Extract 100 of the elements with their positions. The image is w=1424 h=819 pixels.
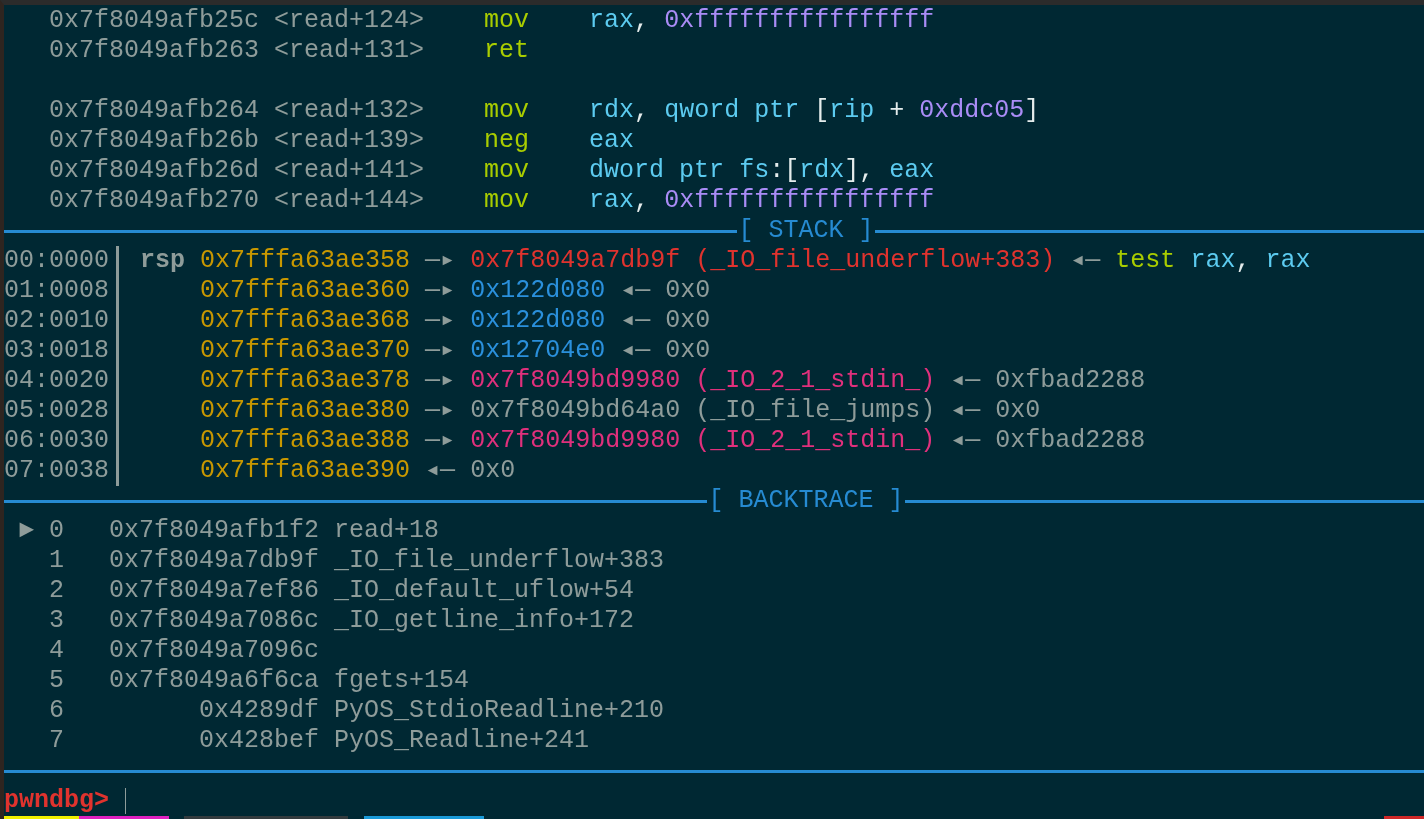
operand-punctuation: , [634, 6, 650, 35]
register-name: rip [829, 96, 875, 125]
text-cursor [125, 788, 127, 814]
operand-punctuation: ] [1024, 96, 1040, 125]
pointer-arrow: ◂— [950, 396, 981, 425]
stack-offset: 04:0020 [4, 366, 109, 396]
frame-address: 0x7f8049a6f6ca [109, 666, 320, 696]
frame-number: 7 [49, 726, 65, 756]
stack-address: 0x7fffa63ae388 [200, 426, 411, 456]
frame-address: 0x7f8049a7086c [109, 606, 320, 636]
frame-number: 1 [49, 546, 65, 576]
frame-number: 2 [49, 576, 65, 606]
pointer-arrow: —▸ [425, 336, 456, 365]
data-pointer: 0x7f8049bd9980 (_IO_2_1_stdin_) [470, 426, 936, 455]
instruction-address: 0x7f8049afb25c [49, 6, 261, 36]
instruction-address: 0x7f8049afb26d [49, 156, 261, 186]
register-name: rax [589, 186, 635, 215]
plain-value: 0x0 [665, 336, 711, 365]
stack-address: 0x7fffa63ae390 [200, 456, 411, 486]
symbol-offset: <read+139> [274, 126, 426, 156]
instruction-mnemonic: mov [484, 6, 531, 36]
frame-address: 0x7f8049a7ef86 [109, 576, 320, 606]
stack-offset: 01:0008 [4, 276, 109, 306]
stack-offset: 05:0028 [4, 396, 109, 426]
function-name: _IO_getline_info+172 [334, 606, 635, 636]
frame-address: 0x7f8049afb1f2 [109, 516, 320, 546]
stack-address: 0x7fffa63ae380 [200, 396, 411, 426]
size-keyword: dword ptr [589, 156, 725, 185]
pointer-arrow: —▸ [425, 426, 456, 455]
operand-punctuation: , [859, 156, 875, 185]
instruction-mnemonic: test [1115, 246, 1176, 275]
register-label: rsp [140, 246, 186, 275]
operand-punctuation: :[ [769, 156, 800, 185]
pointer-arrow: ◂— [1070, 246, 1101, 275]
symbol-offset: <read+131> [274, 36, 426, 66]
pointer-arrow: ◂— [950, 366, 981, 395]
instruction-mnemonic: mov [484, 96, 531, 126]
instruction-mnemonic: ret [484, 36, 531, 66]
pointer-arrow: ◂— [620, 306, 651, 335]
stack-offset: 03:0018 [4, 336, 109, 366]
pointer-arrow: —▸ [425, 306, 456, 335]
stack-address: 0x7fffa63ae358 [200, 246, 411, 276]
operand-punctuation: [ [814, 96, 830, 125]
current-frame-marker: ► [19, 516, 34, 545]
command-prompt: pwndbg> [4, 786, 110, 816]
function-name: _IO_file_underflow+383 [334, 546, 665, 576]
plain-value: 0x0 [665, 276, 711, 305]
frame-address: 0x7f8049a7db9f [109, 546, 320, 576]
function-name: read+18 [334, 516, 440, 546]
register-name: rdx [589, 96, 635, 125]
pointer-arrow: —▸ [425, 276, 456, 305]
register-name: rax [1190, 246, 1236, 275]
frame-address: 0x428bef [199, 726, 320, 756]
operand-punctuation: , [634, 186, 650, 215]
stack-address: 0x7fffa63ae378 [200, 366, 411, 396]
function-name: fgets+154 [334, 666, 470, 696]
stack-offset: 00:0000 [4, 246, 109, 276]
stack-offset: 07:0038 [4, 456, 109, 486]
symbol-offset: <read+124> [274, 6, 426, 36]
stack-offset: 02:0010 [4, 306, 109, 336]
instruction-mnemonic: mov [484, 156, 531, 186]
pointer-arrow: ◂— [425, 456, 456, 485]
frame-number: 0 [49, 516, 65, 546]
frame-number: 4 [49, 636, 65, 666]
symbol-offset: <read+144> [274, 186, 426, 216]
register-name: eax [889, 156, 935, 185]
frame-address: 0x7f8049a7096c [109, 636, 320, 666]
operand-punctuation: ] [844, 156, 860, 185]
register-name: rdx [799, 156, 845, 185]
pointer-arrow: —▸ [425, 366, 456, 395]
plain-value: 0x0 [470, 456, 516, 485]
instruction-address: 0x7f8049afb26b [49, 126, 261, 156]
register-name: rax [1265, 246, 1311, 275]
plain-value: 0xfbad2288 [995, 366, 1146, 395]
register-name: fs [739, 156, 770, 185]
pointer-arrow: ◂— [620, 336, 651, 365]
symbol-offset: <read+132> [274, 96, 426, 126]
section-title: [ BACKTRACE ] [707, 486, 905, 516]
plain-value: 0x0 [665, 306, 711, 335]
immediate-value: 0xffffffffffffffff [664, 186, 935, 215]
instruction-mnemonic: neg [484, 126, 531, 156]
data-pointer: 0x7f8049bd9980 (_IO_2_1_stdin_) [470, 366, 936, 395]
instruction-address: 0x7f8049afb264 [49, 96, 261, 126]
section-title: [ STACK ] [737, 216, 875, 246]
frame-number: 6 [49, 696, 65, 726]
instruction-address: 0x7f8049afb263 [49, 36, 261, 66]
function-name: PyOS_Readline+241 [334, 726, 590, 756]
heap-pointer: 0x122d080 [470, 276, 606, 305]
pointer-arrow: —▸ [425, 246, 456, 275]
plain-value: 0x7f8049bd64a0 (_IO_file_jumps) [470, 396, 936, 425]
operand-punctuation: , [634, 96, 650, 125]
plain-value: 0x0 [995, 396, 1041, 425]
function-name: PyOS_StdioReadline+210 [334, 696, 665, 726]
stack-address: 0x7fffa63ae368 [200, 306, 411, 336]
immediate-value: 0xffffffffffffffff [664, 6, 935, 35]
register-name: eax [589, 126, 635, 155]
pointer-arrow: ◂— [620, 276, 651, 305]
stack-address: 0x7fffa63ae370 [200, 336, 411, 366]
operand-punctuation: , [1235, 246, 1251, 275]
instruction-mnemonic: mov [484, 186, 531, 216]
